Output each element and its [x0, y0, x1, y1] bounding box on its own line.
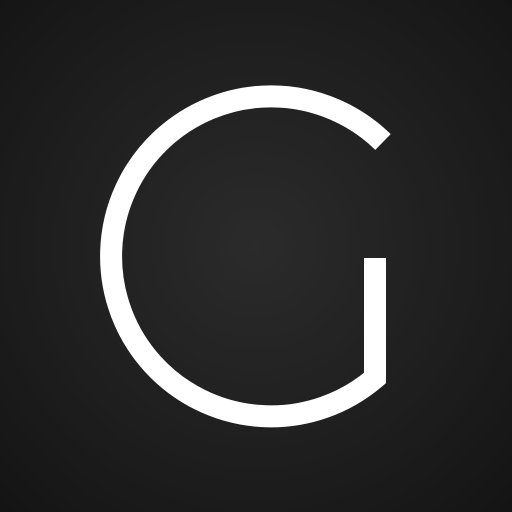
app-icon-tile: G [0, 0, 512, 512]
letter-g-logo-icon [100, 85, 391, 428]
g-letterform [100, 85, 391, 428]
